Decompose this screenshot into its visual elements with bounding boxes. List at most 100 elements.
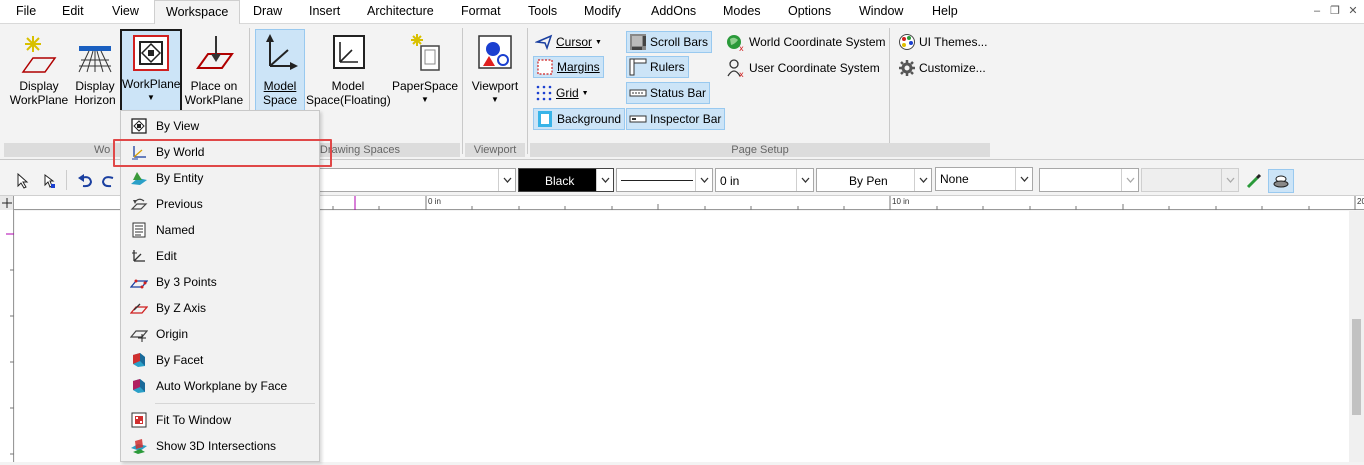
undo-icon[interactable] [74, 170, 96, 192]
menu-item-fit-to-window[interactable]: Fit To Window [122, 407, 318, 433]
margins-button[interactable]: Margins [533, 56, 604, 78]
menu-options[interactable]: Options [788, 4, 831, 18]
background-icon [538, 111, 552, 127]
fill-value: None [940, 172, 969, 186]
vertical-ruler-ticks [6, 233, 14, 455]
color-combo[interactable]: Black [518, 168, 614, 192]
model-space-floating-label-2: Space(Floating) [306, 93, 391, 107]
menu-draw[interactable]: Draw [253, 4, 282, 18]
place-on-workplane-button[interactable]: Place on WorkPlane [184, 30, 244, 116]
menu-item-by-entity[interactable]: By Entity [122, 165, 318, 191]
menu-architecture[interactable]: Architecture [367, 4, 434, 18]
world-coordinate-system-button[interactable]: x World Coordinate System [724, 31, 889, 53]
pen-combo[interactable]: By Pen [816, 168, 932, 192]
rulers-label: Rulers [650, 60, 685, 74]
menu-edit[interactable]: Edit [62, 4, 84, 18]
ruler-origin-icon[interactable] [0, 196, 14, 210]
previous-icon [122, 191, 156, 217]
ruler-label-0: 0 in [428, 197, 441, 206]
menu-item-origin[interactable]: Origin [122, 321, 318, 347]
workplane-dropdown-arrow-icon: ▼ [147, 93, 155, 102]
menu-item-by-z-axis[interactable]: By Z Axis [122, 295, 318, 321]
named-icon [122, 217, 156, 243]
grid-label: Grid [556, 86, 579, 100]
menu-item-label: By Facet [156, 353, 204, 367]
background-button[interactable]: Background [533, 108, 626, 130]
select-arrow-icon[interactable] [12, 170, 34, 192]
vertical-ruler[interactable] [0, 210, 14, 462]
gear-icon [899, 60, 915, 76]
fit-window-icon [122, 407, 156, 433]
rulers-icon [629, 58, 647, 76]
entity-icon [122, 165, 156, 191]
menu-item-by-3-points[interactable]: By 3 Points [122, 269, 318, 295]
menu-item-edit[interactable]: Edit [122, 243, 318, 269]
rulers-button[interactable]: Rulers [626, 56, 689, 78]
vertical-scrollbar[interactable] [1349, 211, 1364, 462]
line-width-value: 0 in [720, 174, 740, 188]
model-space-label-1: Model [263, 79, 297, 93]
menu-modes[interactable]: Modes [723, 4, 761, 18]
ui-themes-icon [899, 34, 915, 50]
workplane-view-icon [122, 113, 156, 139]
style-combo[interactable] [1141, 168, 1239, 192]
grid-button[interactable]: Grid ▼ [533, 82, 592, 104]
cursor-icon [535, 34, 553, 50]
scroll-bars-icon [630, 34, 646, 50]
menu-item-previous[interactable]: Previous [122, 191, 318, 217]
menu-file[interactable]: File [16, 4, 36, 18]
menu-tools[interactable]: Tools [528, 4, 557, 18]
margins-label: Margins [557, 60, 600, 74]
inspector-bar-icon [629, 115, 647, 123]
menu-addons[interactable]: AddOns [651, 4, 696, 18]
viewport-label: Viewport [471, 79, 519, 93]
menu-item-by-facet[interactable]: By Facet [122, 347, 318, 373]
line-width-combo[interactable]: 0 in [715, 168, 814, 192]
viewport-button[interactable]: Viewport ▼ [466, 30, 524, 116]
fill-combo[interactable]: None [935, 167, 1033, 191]
status-bar-button[interactable]: Status Bar [626, 82, 711, 104]
pattern-combo[interactable] [1039, 168, 1139, 192]
close-icon[interactable]: ✕ [1345, 3, 1361, 19]
menu-item-label: By 3 Points [156, 275, 217, 289]
menu-modify[interactable]: Modify [584, 4, 621, 18]
group-label-page-setup: Page Setup [530, 143, 990, 157]
display-workplane-button[interactable]: Display WorkPlane [6, 30, 72, 116]
attribute-painter-icon[interactable] [1268, 169, 1294, 193]
model-space-floating-button[interactable]: Model Space(Floating) [306, 30, 391, 116]
menu-help[interactable]: Help [932, 4, 958, 18]
menu-item-label: Show 3D Intersections [156, 439, 277, 453]
menu-window[interactable]: Window [859, 4, 903, 18]
customize-button[interactable]: Customize... [896, 57, 989, 79]
cursor-button[interactable]: Cursor ▼ [533, 31, 605, 53]
ui-themes-button[interactable]: UI Themes... [896, 31, 990, 53]
pen-value: By Pen [849, 174, 888, 188]
display-horizon-button[interactable]: Display Horizon [72, 30, 118, 116]
eyedropper-icon[interactable] [1243, 170, 1265, 192]
menu-item-auto-workplane-by-face[interactable]: Auto Workplane by Face [122, 373, 318, 399]
menu-view[interactable]: View [112, 4, 139, 18]
redo-icon[interactable] [100, 170, 118, 192]
line-style-combo[interactable] [616, 168, 713, 192]
menu-format[interactable]: Format [461, 4, 501, 18]
menu-item-named[interactable]: Named [122, 217, 318, 243]
user-coordinate-system-button[interactable]: x User Coordinate System [724, 57, 883, 79]
scroll-bars-button[interactable]: Scroll Bars [626, 31, 713, 53]
menu-workspace[interactable]: Workspace [154, 0, 241, 25]
display-workplane-label-1: Display [19, 79, 59, 93]
paperspace-button[interactable]: PaperSpace ▼ [392, 30, 458, 116]
menu-item-show-3d-intersections[interactable]: Show 3D Intersections [122, 433, 318, 459]
scrollbar-thumb[interactable] [1352, 319, 1361, 415]
restore-icon[interactable]: ❐ [1327, 3, 1343, 19]
user-coordinate-system-icon: x [727, 59, 744, 78]
world-coordinate-system-icon: x [727, 35, 744, 52]
model-space-button[interactable]: Model Space [255, 29, 305, 113]
workplane-button[interactable]: WorkPlane ▼ [120, 29, 182, 113]
menu-item-by-view[interactable]: By View [122, 113, 318, 139]
minimize-icon[interactable]: – [1309, 3, 1325, 19]
paperspace-dropdown-arrow-icon: ▼ [421, 95, 429, 104]
node-select-icon[interactable] [38, 170, 60, 192]
edit-icon [122, 243, 156, 269]
menu-insert[interactable]: Insert [309, 4, 340, 18]
inspector-bar-button[interactable]: Inspector Bar [626, 108, 726, 130]
